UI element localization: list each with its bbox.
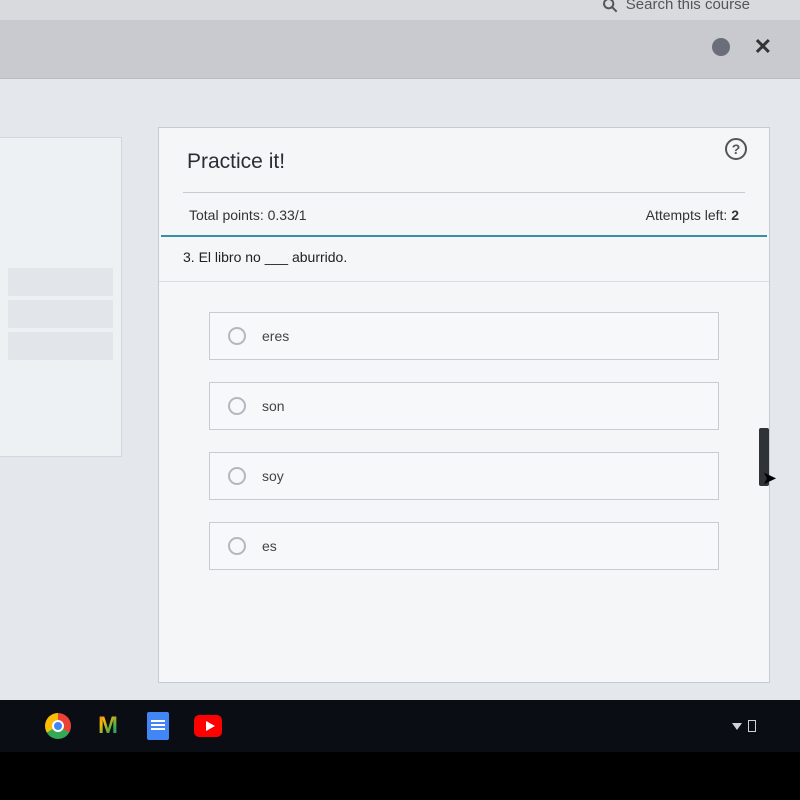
total-points: Total points: 0.33/1 bbox=[189, 207, 307, 223]
option-label: soy bbox=[262, 468, 284, 484]
content-area: Practice it! ? Total points: 0.33/1 Atte… bbox=[0, 78, 800, 708]
docs-app-icon[interactable] bbox=[144, 712, 172, 740]
chrome-app-icon[interactable] bbox=[44, 712, 72, 740]
left-sidebar bbox=[0, 137, 122, 457]
youtube-app-icon[interactable] bbox=[194, 712, 222, 740]
option-label: eres bbox=[262, 328, 289, 344]
attempts-label: Attempts left: bbox=[646, 207, 732, 223]
header-actions: ✕ bbox=[712, 34, 772, 60]
radio-icon bbox=[228, 327, 246, 345]
mouse-cursor-icon: ➤ bbox=[762, 468, 777, 489]
below-screen bbox=[0, 752, 800, 800]
attempts-left: Attempts left: 2 bbox=[646, 207, 739, 223]
sidebar-item[interactable] bbox=[8, 332, 113, 360]
option-soy[interactable]: soy bbox=[209, 452, 719, 500]
card-title: Practice it! bbox=[187, 150, 741, 174]
info-icon[interactable] bbox=[712, 38, 730, 56]
quiz-card: Practice it! ? Total points: 0.33/1 Atte… bbox=[158, 127, 770, 683]
option-es[interactable]: es bbox=[209, 522, 719, 570]
chevron-down-icon bbox=[732, 723, 742, 730]
help-icon[interactable]: ? bbox=[725, 138, 747, 160]
card-header: Practice it! ? bbox=[159, 128, 769, 188]
gmail-app-icon[interactable]: M bbox=[94, 712, 122, 740]
radio-icon bbox=[228, 537, 246, 555]
os-taskbar: M bbox=[0, 700, 800, 752]
answer-options: eres son soy es bbox=[159, 282, 769, 580]
search-icon bbox=[602, 0, 618, 13]
sidebar-item[interactable] bbox=[8, 268, 113, 296]
search-label: Search this course bbox=[626, 0, 750, 13]
sidebar-item[interactable] bbox=[8, 300, 113, 328]
system-tray[interactable] bbox=[732, 720, 756, 732]
course-search[interactable]: Search this course bbox=[602, 0, 750, 13]
battery-icon bbox=[748, 720, 756, 732]
option-label: son bbox=[262, 398, 285, 414]
option-eres[interactable]: eres bbox=[209, 312, 719, 360]
option-label: es bbox=[262, 538, 277, 554]
radio-icon bbox=[228, 467, 246, 485]
option-son[interactable]: son bbox=[209, 382, 719, 430]
question-text: 3. El libro no ___ aburrido. bbox=[159, 237, 769, 282]
close-icon[interactable]: ✕ bbox=[754, 34, 772, 60]
radio-icon bbox=[228, 397, 246, 415]
attempts-value: 2 bbox=[731, 207, 739, 223]
stats-row: Total points: 0.33/1 Attempts left: 2 bbox=[161, 193, 767, 237]
